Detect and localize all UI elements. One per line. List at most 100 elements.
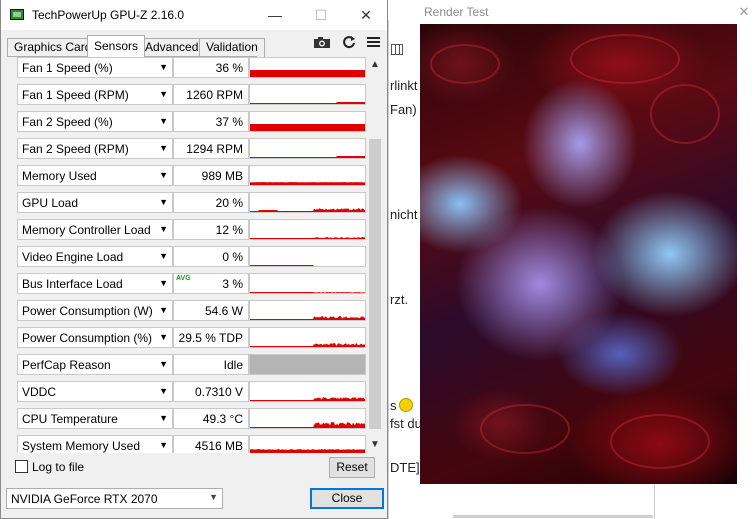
grid-icon[interactable] [391,44,403,55]
sensor-value: 3 % [222,277,243,291]
sensor-name-dropdown[interactable]: System Memory Used ▼ [17,435,173,453]
sensor-row: Power Consumption (W) ▼ 54.6 W [13,300,366,323]
sensor-value: Idle [223,358,243,372]
doc-text-fragment: Fan) [390,102,417,117]
sensor-value-box: 1260 RPM [173,84,249,105]
render-canvas [420,24,737,484]
tab-validation[interactable]: Validation [199,38,265,57]
smiley-icon [398,398,413,412]
close-icon[interactable]: ✕ [735,3,753,21]
gpuz-title-bar[interactable]: TechPowerUp GPU-Z 2.16.0 — ☐ ✕ [1,0,387,30]
sensor-value: 0 % [222,250,243,264]
sensor-name: Memory Used [22,169,97,183]
sensor-value: 4516 MB [194,439,243,453]
sensor-name-dropdown[interactable]: Memory Used ▼ [17,165,173,186]
chevron-down-icon: ▼ [159,440,168,450]
sensor-value-box: AVG 3 % [173,273,249,294]
sensor-graph [249,327,366,348]
sensor-graph [249,381,366,402]
refresh-icon[interactable] [340,34,358,50]
sensor-value-box: 4516 MB [173,435,249,453]
scroll-thumb[interactable] [369,139,381,429]
scroll-down-icon[interactable]: ▼ [367,437,383,453]
sensor-name: CPU Temperature [22,412,118,426]
doc-text-fragment: rzt. [390,292,409,307]
sensor-value: 29.5 % TDP [178,331,243,345]
scroll-up-icon[interactable]: ▲ [367,57,383,73]
log-to-file-checkbox[interactable] [15,460,28,473]
sensor-value-box: 0 % [173,246,249,267]
sensor-name: Memory Controller Load [22,223,151,237]
chevron-down-icon: ▼ [159,197,168,207]
sensor-name-dropdown[interactable]: Power Consumption (W) ▼ [17,300,173,321]
chevron-down-icon: ▼ [209,492,218,502]
render-swirl [610,414,710,469]
sensor-value: 1294 RPM [186,142,243,156]
gpuz-app-icon [10,9,24,20]
sensor-graph-area [250,449,365,453]
chevron-down-icon: ▼ [159,143,168,153]
chevron-down-icon: ▼ [159,251,168,261]
sensor-graph [249,435,366,453]
desktop: rlinkt Fan) nicht rzt. s fst du DTE] Ren… [0,0,755,519]
tab-graphics-card[interactable]: Graphics Card [7,38,99,57]
sensor-value: 49.3 °C [202,412,243,426]
sensor-value-box: 29.5 % TDP [173,327,249,348]
gpu-select[interactable]: NVIDIA GeForce RTX 2070 ▼ [6,488,223,509]
sensor-name-dropdown[interactable]: Fan 2 Speed (%) ▼ [17,111,173,132]
sensor-row: PerfCap Reason ▼ Idle [13,354,366,377]
sensor-graph-area [250,292,365,293]
minimize-icon[interactable]: — [252,0,298,30]
maximize-icon[interactable]: ☐ [298,0,344,30]
reset-button[interactable]: Reset [329,457,375,478]
sensor-value-box: 12 % [173,219,249,240]
sensor-name-dropdown[interactable]: GPU Load ▼ [17,192,173,213]
sensor-value: 36 % [215,61,243,75]
sensor-name-dropdown[interactable]: Memory Controller Load ▼ [17,219,173,240]
sensor-graph-area [250,182,365,185]
gpu-select-value: NVIDIA GeForce RTX 2070 [11,492,158,506]
sensor-name-dropdown[interactable]: Bus Interface Load ▼ [17,273,173,294]
tab-advanced[interactable]: Advanced [138,38,206,57]
render-swirl [480,404,570,454]
render-title-bar[interactable]: Render Test ✕ [420,0,755,24]
doc-side-panel [654,480,669,519]
gpuz-window: TechPowerUp GPU-Z 2.16.0 — ☐ ✕ Graphics … [0,0,388,519]
doc-text-fragment: rlinkt [390,78,418,93]
menu-icon[interactable] [365,34,383,50]
sensor-value-box: 49.3 °C [173,408,249,429]
sensor-row: GPU Load ▼ 20 % [13,192,366,215]
window-title: TechPowerUp GPU-Z 2.16.0 [32,8,185,22]
sensor-name-dropdown[interactable]: Fan 1 Speed (%) ▼ [17,57,173,78]
close-icon[interactable]: ✕ [343,0,389,30]
sensor-name: Fan 1 Speed (%) [22,61,113,75]
sensor-row: Power Consumption (%) ▼ 29.5 % TDP [13,327,366,350]
sensor-value-box: 0.7310 V [173,381,249,402]
sensor-name-dropdown[interactable]: PerfCap Reason ▼ [17,354,173,375]
camera-icon[interactable] [313,34,331,50]
sensor-row: CPU Temperature ▼ 49.3 °C [13,408,366,431]
sensor-name-dropdown[interactable]: Power Consumption (%) ▼ [17,327,173,348]
tab-sensors[interactable]: Sensors [87,35,146,57]
sensor-scrollbar[interactable]: ▲ ▼ [367,57,383,453]
sensor-graph [249,84,366,105]
sensor-graph-area [250,343,365,347]
chevron-down-icon: ▼ [159,89,168,99]
sensor-row: Fan 1 Speed (RPM) ▼ 1260 RPM [13,84,366,107]
sensor-name-dropdown[interactable]: Fan 1 Speed (RPM) ▼ [17,84,173,105]
sensor-graph [249,246,366,267]
sensor-name-dropdown[interactable]: Video Engine Load ▼ [17,246,173,267]
sensor-name: Bus Interface Load [22,277,123,291]
sensor-graph-area [250,156,365,158]
sensor-value: 54.6 W [204,304,243,318]
chevron-down-icon: ▼ [159,305,168,315]
sensor-graph [249,273,366,294]
sensor-graph-area [250,265,365,266]
sensor-name-dropdown[interactable]: VDDC ▼ [17,381,173,402]
doc-horizontal-scrollbar[interactable] [453,515,653,518]
sensor-name-dropdown[interactable]: CPU Temperature ▼ [17,408,173,429]
sensor-name-dropdown[interactable]: Fan 2 Speed (RPM) ▼ [17,138,173,159]
doc-text-fragment: s [390,398,397,413]
sensor-graph [249,138,366,159]
close-button[interactable]: Close [310,488,384,509]
